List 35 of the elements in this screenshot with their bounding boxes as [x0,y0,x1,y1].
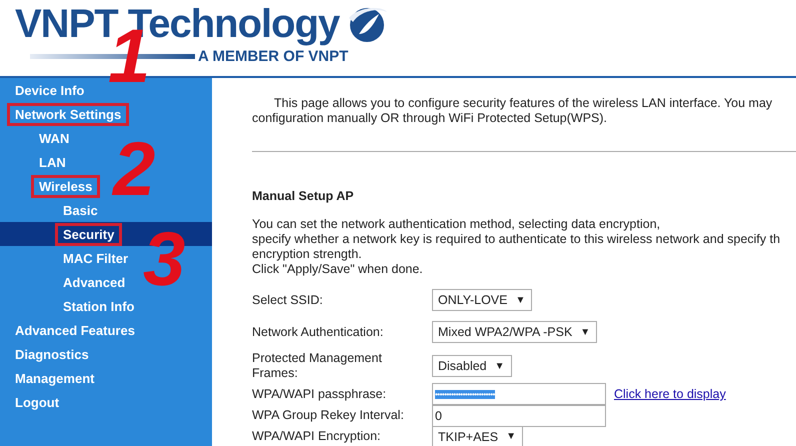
field-label: Select SSID: [252,292,324,308]
description-text: You can set the network authentication method, selecting data encryption, [252,217,662,232]
menu-item[interactable]: Station Info [58,298,140,314]
field-label: WPA Group Rekey Interval: [252,408,405,423]
menu-item[interactable]: LAN [34,154,71,170]
menu-item[interactable]: WAN [34,130,74,146]
dropdown[interactable]: ONLY-LOVE ▼ [432,289,532,311]
intro-text: This page allows you to configure security features of the wireless LAN interface. You may [273,96,774,111]
annotation-number: 2 [113,135,156,205]
dropdown[interactable]: Disabled ▼ [432,355,512,377]
description-text: encryption strength. [252,247,363,262]
field-label: WPA/WAPI Encryption: [252,429,382,444]
menu-item[interactable]: Network Settings [10,106,126,122]
menu-item[interactable]: Advanced [58,274,130,290]
description-text: Click "Apply/Save" when done. [252,262,424,277]
menu-item[interactable]: Diagnostics [10,346,94,362]
menu-item[interactable]: Logout [10,394,64,410]
field-label: Protected Management Frames: [252,351,383,381]
field-label: WPA/WAPI passphrase: [252,386,388,402]
passphrase-field[interactable]: •••••••••••••••••••••••••• [432,383,606,405]
menu-item[interactable]: Basic [58,202,103,218]
tagline: A MEMBER OF VNPT [198,48,348,65]
field-label: Network Authentication: [252,324,384,340]
menu-item[interactable]: Security [58,226,120,242]
menu-item[interactable]: MAC Filter [58,250,133,266]
menu-item[interactable]: Advanced Features [10,322,140,338]
menu-item[interactable]: Wireless [34,178,98,194]
intro-text: configuration manually OR through WiFi Protected Setup(WPS). [252,111,608,126]
dropdown[interactable]: TKIP+AES ▼ [432,426,524,446]
section-title: Manual Setup AP [252,189,355,203]
menu-item[interactable]: Management [10,370,100,386]
display-link[interactable]: Click here to display [614,387,726,401]
menu-item[interactable]: Device Info [10,82,90,98]
dropdown[interactable]: Mixed WPA2/WPA -PSK ▼ [432,321,598,343]
description-text: specify whether a network key is required to authenticate to this wireless network and specify th [252,232,782,247]
